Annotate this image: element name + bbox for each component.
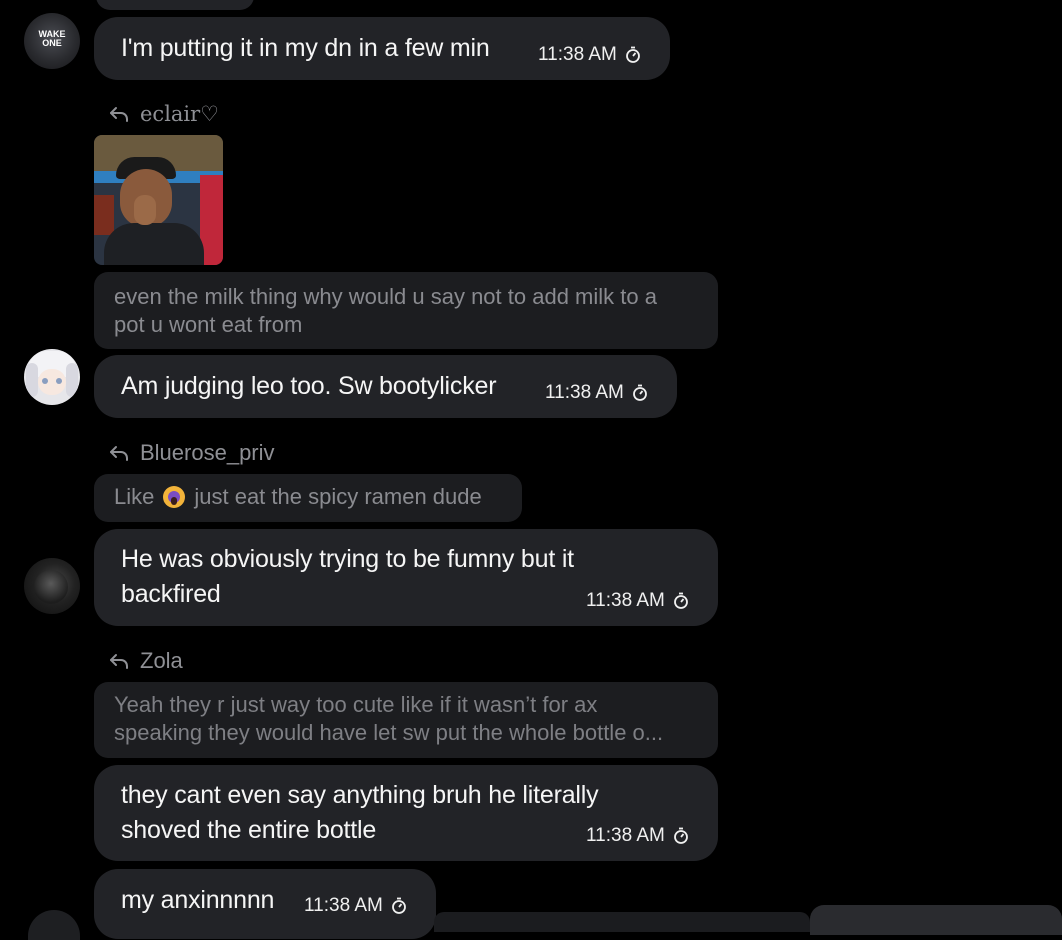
message-meta: 11:38 AM [538,44,641,66]
message-text: Am judging leo too. Sw bootylicker [121,372,497,400]
timer-icon [632,384,647,401]
reply-quote-text: Like [114,484,155,509]
message-time: 11:38 AM [304,895,383,916]
reply-author: eclair♡ [140,102,220,126]
message-meta: 11:38 AM [586,590,689,612]
reply-arrow-icon [110,446,128,461]
composer-bar-clipped[interactable] [434,912,810,932]
timer-icon [673,592,688,609]
message-meta: 11:38 AM [304,895,407,917]
reply-header[interactable]: eclair♡ [108,102,219,126]
message-text: He was obviously trying to be fumny but … [121,545,574,573]
message-time: 11:38 AM [586,590,665,611]
message-bubble[interactable]: He was obviously trying to be fumny but … [94,529,718,626]
message-bubble[interactable]: they cant even say anything bruh he lite… [94,765,718,861]
reply-header[interactable]: Zola [108,648,183,674]
message-text: my anxinnnnn [121,886,275,914]
reply-quote-line: pot u wont eat from [114,312,303,337]
reply-author: Bluerose_priv [140,440,275,465]
message-bubble[interactable]: my anxinnnnn 11:38 AM [94,869,436,939]
reply-quote[interactable]: Yeah they r just way too cute like if it… [94,682,718,758]
avatar-logo-text: WAKE ONE [38,29,66,48]
composer-input-clipped[interactable] [810,905,1062,935]
message-text: I'm putting it in my dn in a few min [121,34,490,62]
reply-author: Zola [140,648,183,673]
message-time: 11:38 AM [545,382,624,403]
message-meta: 11:38 AM [586,825,689,847]
reply-quote[interactable]: even the milk thing why would u say not … [94,272,718,349]
avatar-wake-one[interactable]: WAKE ONE [24,13,80,69]
reply-image-thumbnail[interactable] [94,135,223,265]
reply-quote-line: even the milk thing why would u say not … [114,284,657,309]
timer-icon [391,897,406,914]
reply-quote[interactable]: Like just eat the spicy ramen dude [94,474,522,522]
avatar-clipped[interactable] [28,910,80,940]
avatar-anime-character[interactable] [24,349,80,405]
reply-quote-text: just eat the spicy ramen dude [194,484,482,509]
chat-view: WAKE ONE I'm putting it in my dn in a fe… [0,0,1062,940]
message-time: 11:38 AM [538,44,617,65]
screaming-face-emoji-icon [163,486,186,508]
reply-quote-line: Yeah they r just way too cute like if it… [114,692,598,717]
timer-icon [625,46,640,63]
reply-header[interactable]: Bluerose_priv [108,440,275,466]
message-meta: 11:38 AM [545,382,648,404]
reply-quote-line: speaking they would have let sw put the … [114,720,664,745]
message-time: 11:38 AM [586,825,665,846]
message-text: shoved the entire bottle [121,816,377,844]
message-bubble[interactable]: Am judging leo too. Sw bootylicker 11:38… [94,355,677,418]
avatar-dark[interactable] [24,558,80,614]
message-text: backfired [121,580,221,608]
timer-icon [673,827,688,844]
message-bubble[interactable]: I'm putting it in my dn in a few min 11:… [94,17,670,80]
previous-message-bubble-clipped[interactable] [96,0,254,10]
reply-arrow-icon [110,107,128,122]
message-text: they cant even say anything bruh he lite… [121,781,599,809]
reply-arrow-icon [110,654,128,669]
